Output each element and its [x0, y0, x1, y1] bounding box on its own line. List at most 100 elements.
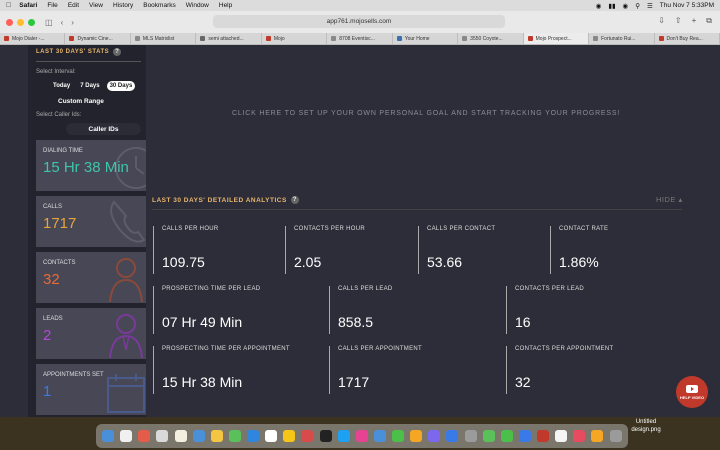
tab-fortunato[interactable]: Fortunato Rui...	[589, 33, 655, 44]
new-tab-icon[interactable]: +	[692, 16, 697, 26]
menu-clock[interactable]: Thu Nov 7 5:33PM	[660, 2, 714, 9]
stat-card-calls[interactable]: CALLS 1717	[36, 196, 146, 247]
app-content: LAST 30 DAYS' STATS ? Select Interval: T…	[0, 45, 720, 417]
dock-app-icon[interactable]	[500, 430, 513, 442]
share-icon[interactable]: ⇧	[675, 16, 682, 26]
dock-app-icon[interactable]	[319, 430, 332, 442]
stat-card-value: 2	[43, 327, 52, 344]
address-bar[interactable]: app761.mojosells.com	[213, 15, 505, 28]
battery-icon[interactable]: ▮▮	[608, 2, 615, 10]
menu-help[interactable]: Help	[219, 2, 232, 9]
dock-app-icon[interactable]	[102, 430, 115, 442]
menu-history[interactable]: History	[113, 2, 133, 9]
search-icon[interactable]: ⚲	[635, 2, 640, 10]
tab-favicon	[265, 36, 271, 41]
help-question-icon[interactable]: ?	[113, 48, 122, 56]
metric-value: 1.86%	[559, 254, 599, 270]
record-icon[interactable]: ◉	[596, 2, 602, 10]
dock-app-icon[interactable]	[337, 430, 350, 442]
dock-app-icon[interactable]	[283, 430, 296, 442]
tab-semi-attached[interactable]: semi attached...	[196, 33, 262, 44]
hide-analytics-toggle[interactable]: HIDE ▴	[656, 195, 683, 204]
help-video-label: HELP VIDEO	[679, 394, 705, 400]
interval-30-days[interactable]: 30 Days	[106, 81, 136, 91]
dock-app-icon[interactable]	[138, 430, 151, 442]
stat-card-title: CONTACTS	[43, 260, 76, 266]
stat-card-dialing-time[interactable]: DIALING TIME 15 Hr 38 Min	[36, 140, 146, 191]
tab-mojo[interactable]: Mojo	[262, 33, 328, 44]
metric-value: 109.75	[162, 254, 205, 270]
custom-range-button[interactable]: Custom Range	[58, 98, 104, 105]
set-goal-link[interactable]: CLICK HERE TO SET UP YOUR OWN PERSONAL G…	[232, 110, 620, 117]
sidebar-toggle-icon[interactable]: ◫	[45, 18, 53, 27]
tab-overview-icon[interactable]: ⧉	[706, 16, 712, 26]
menu-edit[interactable]: Edit	[68, 2, 79, 9]
dock-app-icon[interactable]	[428, 430, 441, 442]
apple-icon[interactable]: 	[6, 2, 11, 9]
dock-app-icon[interactable]	[591, 430, 604, 442]
divider	[36, 61, 141, 62]
zoom-window-button[interactable]	[28, 18, 35, 26]
dock-app-icon[interactable]	[573, 430, 586, 442]
wifi-icon[interactable]: ◉	[623, 2, 629, 10]
dock-app-icon[interactable]	[609, 430, 622, 442]
dock-app-icon[interactable]	[265, 430, 278, 442]
forward-icon[interactable]: ›	[71, 18, 74, 27]
tab-favicon	[658, 36, 664, 41]
metric-title: CALLS PER APPOINTMENT	[338, 346, 422, 352]
dock-app-icon[interactable]	[373, 430, 386, 442]
tab-your-home[interactable]: Your Home	[393, 33, 459, 44]
dock-app-icon[interactable]	[174, 430, 187, 442]
menu-window[interactable]: Window	[186, 2, 209, 9]
help-video-button[interactable]: HELP VIDEO	[676, 376, 708, 408]
dock-app-icon[interactable]	[464, 430, 477, 442]
dock-app-icon[interactable]	[120, 430, 133, 442]
tab-mls-matrix[interactable]: MLS Matrixlist	[131, 33, 197, 44]
metric-title: CALLS PER HOUR	[162, 226, 219, 232]
tab-mojo-dialer[interactable]: Mojo Dialer -...	[0, 33, 66, 44]
dock-app-icon[interactable]	[355, 430, 368, 442]
dock-app-icon[interactable]	[392, 430, 405, 442]
tab-dont-buy[interactable]: Don't Buy Rea...	[655, 33, 720, 44]
dock-app-icon[interactable]	[192, 430, 205, 442]
control-center-icon[interactable]: ☰	[647, 2, 653, 10]
dock-app-icon[interactable]	[482, 430, 495, 442]
help-question-icon[interactable]: ?	[290, 196, 299, 204]
dock-app-icon[interactable]	[210, 430, 223, 442]
stat-card-appointments[interactable]: APPOINTMENTS SET 1	[36, 364, 146, 415]
metric-contacts-per-lead: CONTACTS PER LEAD 16	[506, 286, 676, 334]
tab-3550[interactable]: 3550 Coyote...	[458, 33, 524, 44]
dock-app-icon[interactable]	[446, 430, 459, 442]
menu-app-name[interactable]: Safari	[19, 2, 37, 9]
analytics-heading: LAST 30 DAYS' DETAILED ANALYTICS ?	[152, 196, 299, 204]
interval-today[interactable]: Today	[50, 81, 73, 91]
dock-app-icon[interactable]	[410, 430, 423, 442]
stat-card-leads[interactable]: LEADS 2	[36, 308, 146, 359]
play-icon	[686, 384, 698, 393]
tab-favicon	[331, 36, 337, 41]
minimize-window-button[interactable]	[17, 18, 24, 26]
tab-favicon	[200, 36, 206, 41]
dock-app-icon[interactable]	[228, 430, 241, 442]
metric-calls-per-contact: CALLS PER CONTACT 53.66	[418, 226, 548, 274]
menu-file[interactable]: File	[47, 2, 57, 9]
dock-app-icon[interactable]	[537, 430, 550, 442]
dock-app-icon[interactable]	[518, 430, 531, 442]
stat-card-contacts[interactable]: CONTACTS 32	[36, 252, 146, 303]
tab-8708[interactable]: 8708 Eventisc...	[327, 33, 393, 44]
tab-bar: Mojo Dialer -... Dynamic Cine... MLS Mat…	[0, 33, 720, 45]
dock-app-icon[interactable]	[156, 430, 169, 442]
interval-7-days[interactable]: 7 Days	[77, 81, 102, 91]
dock-app-icon[interactable]	[247, 430, 260, 442]
menu-bookmarks[interactable]: Bookmarks	[143, 2, 176, 9]
download-icon[interactable]: ⇩	[658, 16, 665, 26]
tab-dynamic-cine[interactable]: Dynamic Cine...	[65, 33, 131, 44]
tab-mojo-prospect[interactable]: Mojo Prospect...	[523, 33, 590, 44]
caller-ids-button[interactable]: Caller IDs	[66, 123, 141, 135]
dock-app-icon[interactable]	[555, 430, 568, 442]
desktop-file-label[interactable]: Untitled design.png	[626, 418, 666, 434]
close-window-button[interactable]	[6, 18, 13, 26]
back-icon[interactable]: ‹	[61, 18, 64, 27]
dock-app-icon[interactable]	[301, 430, 314, 442]
menu-view[interactable]: View	[89, 2, 103, 9]
